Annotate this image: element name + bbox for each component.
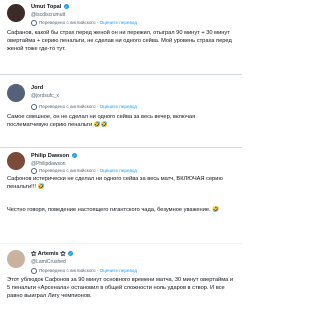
- rate-translation-link[interactable]: Оцените перевод: [100, 168, 137, 173]
- translated-note: Переведено с английского · Оцените перев…: [31, 168, 137, 174]
- verified-icon: ✓: [68, 251, 74, 257]
- avatar[interactable]: [7, 4, 25, 22]
- author-handle[interactable]: @iscdiscrumutt: [31, 12, 65, 18]
- post-text: Сафонов истерически не сделал ни одного …: [7, 176, 223, 191]
- sparkle-icon: ⚝: [60, 251, 66, 257]
- post-text: Сафанов, какой бы страх перед женой он н…: [7, 30, 232, 53]
- globe-icon: [31, 168, 37, 174]
- translated-note: Переведено с английского · Оцените перев…: [31, 268, 137, 274]
- post-text-2: Честно говоря, поведение настоящего гига…: [7, 207, 220, 213]
- rate-translation-link[interactable]: Оцените перевод: [100, 20, 137, 25]
- globe-icon: [31, 268, 37, 274]
- avatar[interactable]: [7, 250, 25, 268]
- post-artemis[interactable]: ⚝ Artemis ⚝ ✓ @LamiCrushed Переведено с …: [0, 244, 242, 320]
- avatar[interactable]: [7, 84, 25, 102]
- post-jord[interactable]: Jord @jordsufc_x Переведено с английског…: [0, 75, 242, 147]
- translated-note: Переведено с английского · Оцените перев…: [31, 20, 137, 26]
- author-handle[interactable]: @LamiCrushed: [31, 259, 66, 265]
- translated-note: Переведено с английского · Оцените перев…: [31, 104, 137, 110]
- post-text: Самое смешное, он не сделал ни одного се…: [7, 114, 196, 129]
- verified-icon: ✓: [71, 153, 77, 159]
- globe-icon: [31, 20, 37, 26]
- author-handle[interactable]: @Philipdawson: [31, 161, 66, 167]
- author-name[interactable]: Umut Topal ✓: [31, 4, 69, 10]
- rate-translation-link[interactable]: Оцените перевод: [100, 104, 137, 109]
- post-philip-dawson[interactable]: Philip Dawson ✓ @Philipdawson Переведено…: [0, 148, 242, 243]
- author-name[interactable]: Philip Dawson ✓: [31, 153, 77, 159]
- rate-translation-link[interactable]: Оцените перевод: [100, 268, 137, 273]
- author-handle[interactable]: @jordsufc_x: [31, 93, 59, 99]
- author-name[interactable]: ⚝ Artemis ⚝ ✓: [31, 251, 74, 258]
- avatar[interactable]: [7, 152, 25, 170]
- author-name[interactable]: Jord: [31, 85, 43, 91]
- sparkle-icon: ⚝: [31, 251, 37, 257]
- post-text: Этот ублюдок Сафонов за 90 минут основно…: [7, 277, 234, 300]
- verified-icon: ✓: [63, 4, 69, 10]
- post-umut-topal[interactable]: Umut Topal ✓ @iscdiscrumutt Переведено с…: [0, 0, 242, 73]
- globe-icon: [31, 104, 37, 110]
